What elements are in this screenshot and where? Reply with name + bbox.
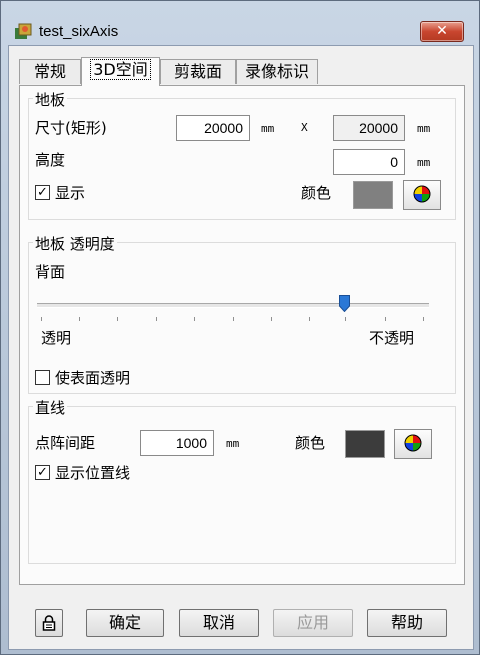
floor-color-label: 颜色 (301, 184, 332, 202)
title-bar[interactable]: test_sixAxis ✕ (1, 1, 479, 45)
surface-transparent-label: 使表面透明 (55, 369, 131, 387)
unit-label: mm (417, 156, 431, 169)
tab-label: 常规 (33, 62, 66, 81)
size-label: 尺寸(矩形) (35, 119, 107, 137)
slider-tick (194, 317, 195, 321)
floor-depth-input[interactable]: 20000 (333, 115, 405, 141)
transparency-slider-track[interactable] (37, 303, 429, 308)
lines-color-picker-button[interactable] (394, 429, 432, 459)
slider-tick (117, 317, 118, 321)
height-label: 高度 (35, 151, 66, 169)
floor-show-checkbox[interactable]: ✓ (35, 185, 50, 200)
floor-transparency-group: 地板 透明度 背面 透明 不透明 使表面透明 (28, 233, 456, 394)
floor-height-input[interactable]: 0 (333, 149, 405, 175)
lock-button[interactable] (35, 609, 63, 637)
tab-3d-space[interactable]: 3D空间 (81, 57, 160, 86)
check-icon: ✓ (37, 185, 48, 200)
dialog-window: test_sixAxis ✕ 常规 3D空间 剪裁面 录像标识 地板 尺寸(矩形… (0, 0, 480, 655)
check-icon: ✓ (37, 465, 48, 480)
unit-label: mm (417, 122, 431, 135)
slider-tick (156, 317, 157, 321)
slider-min-label: 透明 (41, 329, 72, 347)
slider-tick (309, 317, 310, 321)
color-wheel-icon (413, 185, 431, 203)
floor-width-input[interactable]: 20000 (176, 115, 250, 141)
times-label: X (301, 121, 308, 134)
slider-max-label: 不透明 (369, 329, 415, 347)
help-button[interactable]: 帮助 (367, 609, 447, 637)
grid-spacing-input[interactable]: 1000 (140, 430, 214, 456)
back-label: 背面 (35, 263, 66, 281)
slider-tick (423, 317, 424, 321)
floor-color-picker-button[interactable] (403, 180, 441, 210)
cancel-button[interactable]: 取消 (179, 609, 259, 637)
color-wheel-icon (404, 434, 422, 452)
lock-icon (42, 615, 56, 631)
grid-spacing-label: 点阵间距 (35, 434, 96, 452)
tab-recording-mark[interactable]: 录像标识 (236, 59, 318, 84)
tab-clip-plane[interactable]: 剪裁面 (160, 59, 236, 84)
lines-color-label: 颜色 (295, 434, 326, 452)
tab-panel-3d-space: 地板 尺寸(矩形) 20000 mm X 20000 mm 高度 0 mm ✓ … (19, 85, 465, 585)
app-icon (15, 23, 32, 39)
tab-general[interactable]: 常规 (19, 59, 81, 84)
unit-label: mm (261, 122, 275, 135)
show-position-lines-checkbox[interactable]: ✓ (35, 465, 50, 480)
close-button[interactable]: ✕ (420, 21, 464, 42)
floor-group: 地板 尺寸(矩形) 20000 mm X 20000 mm 高度 0 mm ✓ … (28, 89, 456, 220)
lines-color-swatch[interactable] (345, 430, 385, 458)
floor-show-label: 显示 (55, 184, 86, 202)
tab-label: 剪裁面 (173, 62, 222, 81)
apply-button[interactable]: 应用 (273, 609, 353, 637)
slider-tick (345, 317, 346, 321)
dialog-client: 常规 3D空间 剪裁面 录像标识 地板 尺寸(矩形) 20000 mm X 20… (8, 45, 474, 650)
lines-legend: 直线 (33, 397, 68, 418)
ok-button[interactable]: 确定 (86, 609, 164, 637)
show-position-lines-label: 显示位置线 (55, 464, 131, 482)
floor-color-swatch[interactable] (353, 181, 393, 209)
unit-label: mm (226, 437, 240, 450)
tab-label: 3D空间 (90, 59, 151, 80)
tab-label: 录像标识 (244, 62, 309, 81)
transparency-legend: 地板 透明度 (33, 233, 117, 254)
lines-group: 直线 点阵间距 1000 mm 颜色 ✓ 显示位置线 (28, 397, 456, 564)
transparency-slider-thumb[interactable] (339, 295, 350, 312)
slider-tick (79, 317, 80, 321)
slider-tick (271, 317, 272, 321)
window-title: test_sixAxis (39, 23, 119, 40)
surface-transparent-checkbox[interactable] (35, 370, 50, 385)
slider-tick (385, 317, 386, 321)
close-icon: ✕ (436, 23, 448, 39)
slider-tick (233, 317, 234, 321)
slider-tick (41, 317, 42, 321)
floor-legend: 地板 (33, 89, 68, 110)
